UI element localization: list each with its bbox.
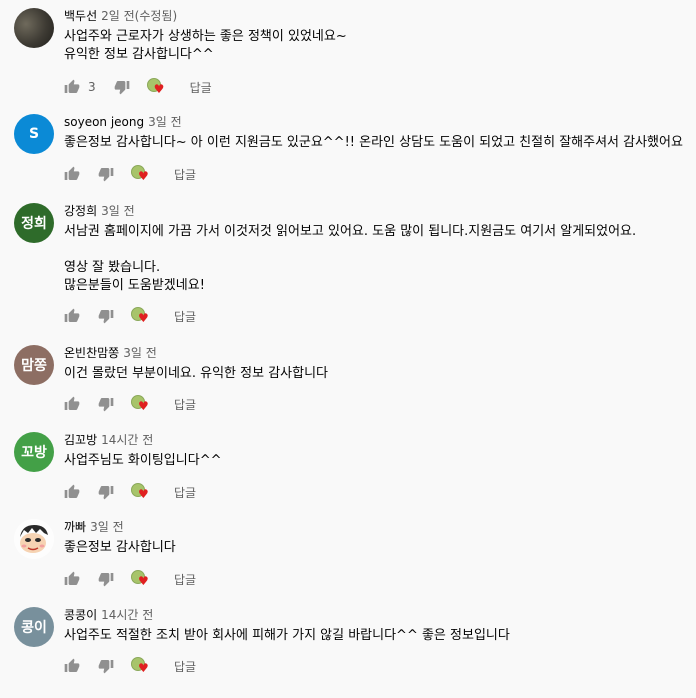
comment-header: 백두선 2일 전(수정됨) (64, 8, 690, 24)
avatar[interactable]: 콩이 (14, 607, 54, 647)
author-name[interactable]: 강정희 (64, 204, 97, 218)
thumbs-up-icon[interactable] (64, 484, 80, 500)
reply-button[interactable]: 답글 (174, 571, 196, 588)
comment-actions: 3 ♥ 답글 (64, 77, 212, 97)
thumbs-down-icon[interactable] (114, 79, 130, 95)
avatar-letter: 정희 (21, 216, 47, 232)
thumbs-down-icon[interactable] (98, 484, 114, 500)
comment-text: 이건 몰랐던 부분이네요. 유익한 정보 감사합니다 (64, 366, 328, 381)
comment-header: 강정희 3일 전 (64, 203, 690, 219)
comment-header: soyeon jeong 3일 전 (64, 114, 690, 130)
comment-text: 사업주도 적절한 조치 받아 회사에 피해가 가지 않길 바랍니다^^ 좋은 정… (64, 628, 510, 643)
comment-actions: ♥ 답글 (64, 306, 196, 326)
comment-actions: ♥ 답글 (64, 656, 196, 676)
thumbs-up-icon[interactable] (64, 166, 80, 182)
creator-heart-icon: ♥ (131, 657, 151, 675)
comment-header: 온빈찬맘쫑 3일 전 (64, 345, 690, 361)
reply-button[interactable]: 답글 (174, 396, 196, 413)
reply-button[interactable]: 답글 (174, 484, 196, 501)
thumbs-up-icon[interactable] (64, 396, 80, 412)
avatar[interactable]: 맘쫑 (14, 345, 54, 385)
avatar[interactable]: 정희 (14, 203, 54, 243)
avatar-letter: 꼬방 (21, 445, 47, 461)
thumbs-down-icon[interactable] (98, 396, 114, 412)
thumbs-up-icon[interactable] (64, 658, 80, 674)
author-name[interactable]: 까빠 (64, 520, 86, 534)
creator-heart-icon: ♥ (131, 307, 151, 325)
avatar[interactable]: S (14, 114, 54, 154)
like-count: 3 (88, 80, 96, 94)
thumbs-down-icon[interactable] (98, 571, 114, 587)
comment-time[interactable]: 3일 전 (148, 115, 182, 129)
author-name[interactable]: 백두선 (64, 9, 97, 23)
thumbs-up-icon[interactable] (64, 79, 80, 95)
comment-time[interactable]: 3일 전 (90, 520, 124, 534)
comment-text: 사업주와 근로자가 상생하는 좋은 정책이 있었네요~ 유익한 정보 감사합니다… (64, 29, 347, 62)
thumbs-down-icon[interactable] (98, 658, 114, 674)
avatar-letter: 콩이 (21, 620, 47, 636)
avatar-letter: 맘쫑 (21, 358, 47, 374)
thumbs-down-icon[interactable] (98, 308, 114, 324)
reply-button[interactable]: 답글 (190, 79, 212, 96)
creator-heart-icon: ♥ (131, 570, 151, 588)
comment-time[interactable]: 3일 전 (123, 346, 157, 360)
creator-heart-icon: ♥ (131, 395, 151, 413)
comment-time[interactable]: 3일 전 (101, 204, 135, 218)
creator-heart-icon: ♥ (146, 78, 167, 96)
author-name[interactable]: 콩콩이 (64, 608, 97, 622)
comment-actions: ♥ 답글 (64, 569, 196, 589)
reply-button[interactable]: 답글 (174, 166, 196, 183)
comment-actions: ♥ 답글 (64, 482, 196, 502)
thumbs-up-icon[interactable] (64, 571, 80, 587)
comment-time[interactable]: 14시간 전 (101, 608, 153, 622)
avatar[interactable] (14, 519, 54, 559)
creator-heart-icon: ♥ (131, 165, 151, 183)
avatar[interactable] (14, 8, 54, 48)
author-name[interactable]: 온빈찬맘쫑 (64, 346, 119, 360)
comment-text: 사업주님도 화이팅입니다^^ (64, 453, 222, 468)
creator-heart-icon: ♥ (131, 483, 151, 501)
thumbs-up-icon[interactable] (64, 308, 80, 324)
avatar-letter: S (28, 126, 40, 142)
reply-button[interactable]: 답글 (174, 658, 196, 675)
avatar[interactable]: 꼬방 (14, 432, 54, 472)
author-name[interactable]: 김꼬방 (64, 433, 97, 447)
comment-header: 김꼬방 14시간 전 (64, 432, 690, 448)
comment-text: 서남권 홈페이지에 가끔 가서 이것저것 읽어보고 있어요. 도움 많이 됩니다… (64, 224, 637, 293)
comment-time[interactable]: 2일 전(수정됨) (101, 9, 177, 23)
comment-header: 까빠 3일 전 (64, 519, 690, 535)
comment-actions: ♥ 답글 (64, 164, 196, 184)
comment-text: 좋은정보 감사합니다~ 아 이런 지원금도 있군요^^!! 온라인 상담도 도움… (64, 135, 683, 150)
comment-text: 좋은정보 감사합니다 (64, 540, 176, 555)
comment-actions: ♥ 답글 (64, 394, 196, 414)
comment-header: 콩콩이 14시간 전 (64, 607, 690, 623)
reply-button[interactable]: 답글 (174, 308, 196, 325)
cartoon-avatar-icon (14, 519, 54, 559)
comment-time[interactable]: 14시간 전 (101, 433, 153, 447)
author-name[interactable]: soyeon jeong (64, 115, 144, 129)
thumbs-down-icon[interactable] (98, 166, 114, 182)
